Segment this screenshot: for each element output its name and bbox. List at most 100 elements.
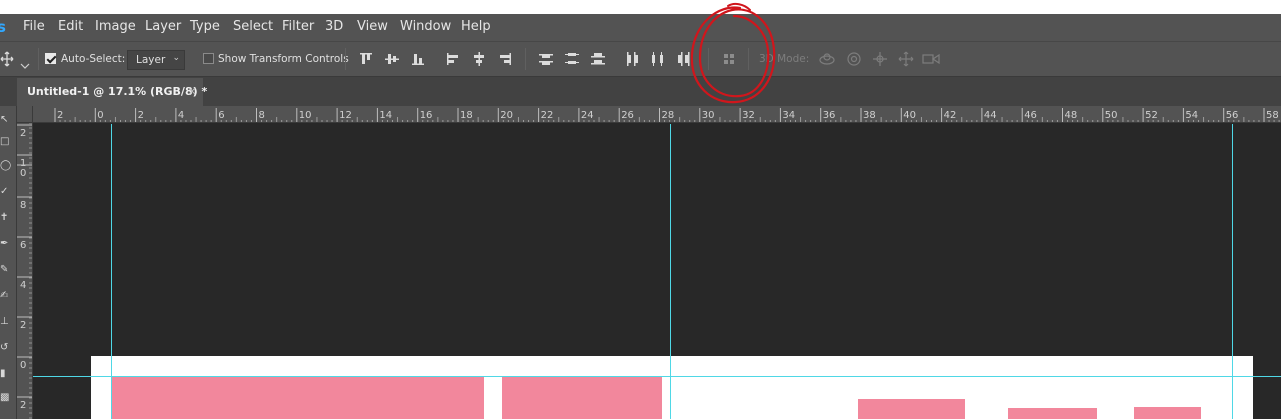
ruler-tick-label: 28 (662, 110, 675, 121)
healing-tool-button[interactable]: ✎ (0, 264, 10, 276)
menu-edit[interactable]: Edit (58, 19, 83, 34)
document-canvas[interactable] (91, 356, 1253, 419)
ruler-tick-label: 6 (20, 240, 26, 251)
ruler-tick-label: 36 (823, 110, 836, 121)
ruler-tick-label: 20 (500, 110, 513, 121)
dropdown-chevron-icon: ⌄ (172, 53, 180, 63)
scale-3d-icon[interactable] (922, 51, 940, 67)
horizontal-guide[interactable] (33, 376, 1281, 377)
ruler-tick-label: 54 (1185, 110, 1198, 121)
show-transform-controls-label: Show Transform Controls (218, 53, 349, 65)
ruler-origin-corner[interactable] (17, 106, 33, 123)
distribute-horizontal-centers-icon[interactable] (650, 51, 666, 67)
document-tab-title[interactable]: Untitled-1 @ 17.1% (RGB/8) * (27, 85, 207, 98)
ruler-tick-label: 44 (984, 110, 997, 121)
roll-3d-icon[interactable] (845, 51, 863, 67)
align-left-edges-icon[interactable] (445, 51, 461, 67)
vertical-ruler[interactable]: 210864202 (17, 123, 33, 419)
ruler-tick-label: 38 (863, 110, 876, 121)
ruler-tick-label: 26 (621, 110, 634, 121)
auto-select-target-dropdown[interactable]: Layer ⌄ (127, 50, 185, 70)
menu-select[interactable]: Select (233, 19, 273, 34)
horizontal-ruler[interactable]: 2 0 2 4 6 8 10 12 14 16 18 20 22 24 26 28 30 32 34 36 38 40 42… (33, 106, 1281, 123)
tab-close-icon[interactable]: × (187, 84, 197, 98)
auto-select-checkbox[interactable] (45, 53, 56, 64)
ruler-tick-label: 4 (178, 110, 184, 121)
app-logo: s (0, 18, 6, 36)
menu-view[interactable]: View (357, 19, 388, 34)
ruler-tick-label: 16 (420, 110, 433, 121)
ruler-tick-label: 2 (138, 110, 144, 121)
ruler-tick-label: 8 (20, 200, 26, 211)
pink-rectangle-layer[interactable] (1008, 408, 1097, 419)
ruler-tick-label: 14 (379, 110, 392, 121)
menu-image[interactable]: Image (95, 19, 136, 34)
menu-file[interactable]: File (23, 19, 45, 34)
top-strip (0, 0, 1281, 14)
ruler-tick-label: 32 (742, 110, 755, 121)
brush-tool-button[interactable]: ✍ (0, 290, 10, 302)
ruler-tick-label: 2 (20, 128, 26, 139)
align-horizontal-centers-icon[interactable] (471, 51, 487, 67)
pink-rectangle-layer[interactable] (858, 399, 965, 419)
orbit-3d-icon[interactable] (818, 51, 836, 67)
show-transform-controls-checkbox[interactable] (203, 53, 214, 64)
ruler-tick-label: 6 (218, 110, 224, 121)
slide-3d-icon[interactable] (897, 51, 915, 67)
eyedropper-tool-button[interactable]: ✒ (0, 238, 10, 250)
pink-rectangle-layer[interactable] (502, 377, 662, 419)
vertical-guide[interactable] (111, 124, 112, 419)
ruler-tick-label: 0 (20, 360, 26, 371)
stamp-tool-button[interactable]: ⊥ (0, 316, 10, 328)
ruler-tick-label: 22 (541, 110, 554, 121)
align-bottom-edges-icon[interactable] (410, 51, 426, 67)
pink-rectangle-layer[interactable] (1134, 407, 1201, 419)
ruler-tick-label: 34 (782, 110, 795, 121)
menu-layer[interactable]: Layer (145, 19, 181, 34)
ruler-tick-label: 48 (1065, 110, 1078, 121)
vertical-guide[interactable] (1232, 124, 1233, 419)
menu-help[interactable]: Help (461, 19, 491, 34)
tool-preset-chevron-icon[interactable] (20, 55, 30, 69)
distribute-left-edges-icon[interactable] (624, 51, 640, 67)
options-bar (0, 41, 1281, 77)
ruler-tick-label: 12 (339, 110, 352, 121)
ruler-tick-label: 56 (1226, 110, 1239, 121)
pink-rectangle-layer[interactable] (112, 377, 484, 419)
gradient-tool-button[interactable]: ▩ (0, 392, 10, 404)
lasso-tool-button[interactable]: ◯ (0, 160, 11, 172)
eraser-tool-button[interactable]: ▮ (0, 368, 10, 380)
drag-3d-icon[interactable] (871, 51, 889, 67)
vertical-guide[interactable] (670, 124, 671, 419)
ruler-tick-label: 46 (1024, 110, 1037, 121)
ruler-tick-label: 40 (903, 110, 916, 121)
options-separator (345, 48, 346, 70)
menu-type[interactable]: Type (190, 19, 220, 34)
ruler-tick-label: 2 (57, 110, 63, 121)
quick-select-tool-button[interactable]: ✓ (0, 186, 10, 198)
menu-filter[interactable]: Filter (282, 19, 314, 34)
align-right-edges-icon[interactable] (497, 51, 513, 67)
options-separator (525, 48, 526, 70)
ruler-tick-label: 58 (1266, 110, 1279, 121)
history-brush-tool-button[interactable]: ↺ (0, 342, 10, 354)
move-tool-icon[interactable] (0, 50, 14, 68)
tools-panel: ↖ □ ◯ ✓ ✝ ✒ ✎ ✍ ⊥ ↺ ▮ ▩ (0, 106, 17, 419)
menu-3d[interactable]: 3D (325, 19, 343, 34)
crop-tool-button[interactable]: ✝ (0, 212, 10, 224)
ruler-tick-label: 2 (20, 400, 26, 411)
distribute-top-edges-icon[interactable] (538, 51, 554, 67)
distribute-vertical-centers-icon[interactable] (564, 51, 580, 67)
align-vertical-centers-icon[interactable] (384, 51, 400, 67)
ruler-tick-label: 4 (20, 280, 26, 291)
ruler-tick-label: 8 (259, 110, 265, 121)
ruler-tick-label: 42 (944, 110, 957, 121)
distribute-bottom-edges-icon[interactable] (590, 51, 606, 67)
move-tool-button[interactable]: ↖ (0, 114, 10, 126)
ruler-tick-label: 0 (97, 110, 103, 121)
auto-select-label: Auto-Select: (61, 53, 126, 65)
menu-window[interactable]: Window (400, 19, 451, 34)
marquee-tool-button[interactable]: □ (0, 136, 10, 148)
red-annotation-circle (690, 2, 776, 104)
align-top-edges-icon[interactable] (358, 51, 374, 67)
